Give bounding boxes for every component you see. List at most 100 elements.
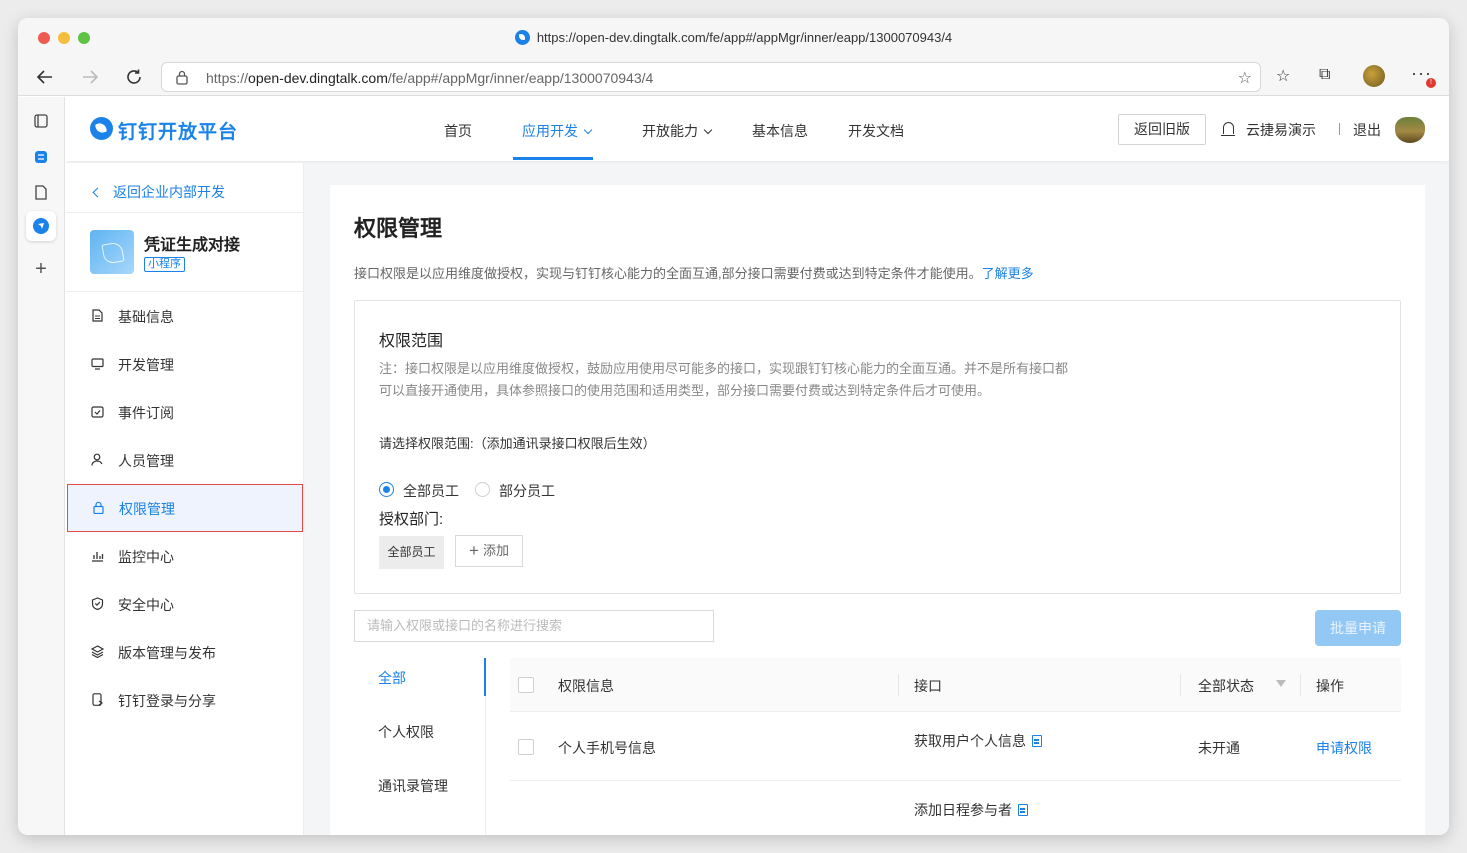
select-all-checkbox[interactable] xyxy=(518,677,534,693)
calendar-check-icon xyxy=(91,406,104,418)
nav-home[interactable]: 首页 xyxy=(444,121,472,141)
layers-icon xyxy=(91,645,104,658)
authorized-dept-label: 授权部门: xyxy=(379,511,444,528)
sidebar-item-event-subscription[interactable]: 事件订阅 xyxy=(66,388,304,436)
header-separator xyxy=(1180,674,1181,696)
lock-icon xyxy=(93,501,104,514)
app-icon xyxy=(90,230,134,274)
back-button[interactable] xyxy=(32,64,58,90)
header-api: 接口 xyxy=(914,678,942,694)
row-api[interactable]: 添加日程参与者 xyxy=(914,800,1028,820)
bar-chart-icon xyxy=(92,552,104,562)
dingtalk-favicon-icon xyxy=(514,30,530,45)
sidebar-item-label: 人员管理 xyxy=(118,453,174,469)
permission-search-input[interactable]: 请输入权限或接口的名称进行搜索 xyxy=(354,610,714,642)
vertical-tab-rail: + xyxy=(18,97,65,835)
forward-button[interactable] xyxy=(77,64,103,90)
user-name[interactable]: 云捷易演示 xyxy=(1246,120,1316,140)
permission-table: 权限信息 接口 全部状态 操作 个人手机号信息 获取用户个人信息 未开通 申请权… xyxy=(510,658,1401,835)
browser-toolbar: https://open-dev.dingtalk.com/fe/app#/ap… xyxy=(18,58,1449,96)
document-link-icon[interactable] xyxy=(1018,804,1028,816)
logout-link[interactable]: 退出 xyxy=(1353,120,1381,140)
reload-button[interactable] xyxy=(121,64,147,90)
browser-window: https://open-dev.dingtalk.com/fe/app#/ap… xyxy=(18,18,1449,835)
row-api[interactable]: 获取用户个人信息 xyxy=(914,731,1042,751)
reload-icon xyxy=(127,69,141,84)
apply-permission-link[interactable]: 申请权限 xyxy=(1316,738,1372,758)
nav-app-development[interactable]: 应用开发 xyxy=(522,121,593,141)
user-icon xyxy=(91,453,103,466)
sidebar-item-label: 安全中心 xyxy=(118,597,174,613)
sidebar-item-monitoring-center[interactable]: 监控中心 xyxy=(66,532,304,580)
star-list-icon[interactable]: ☆ xyxy=(1276,66,1290,86)
sidebar-item-label: 权限管理 xyxy=(119,501,175,517)
permission-category-list: 全部 个人权限 通讯录管理 xyxy=(354,658,486,835)
address-bar[interactable]: https://open-dev.dingtalk.com/fe/app#/ap… xyxy=(161,62,1261,92)
sidebar-item-user-management[interactable]: 人员管理 xyxy=(66,436,304,484)
sidebar-item-version-release[interactable]: 版本管理与发布 xyxy=(66,628,304,676)
phone-share-icon xyxy=(92,693,104,706)
header-separator xyxy=(898,674,899,696)
chevron-left-icon xyxy=(92,187,103,198)
arrow-right-icon xyxy=(83,70,99,84)
radio-label: 全部员工 xyxy=(403,483,459,499)
app-name: 凭证生成对接 xyxy=(144,237,241,254)
chevron-down-icon xyxy=(703,125,713,135)
sidebar-item-label: 钉钉登录与分享 xyxy=(118,693,216,709)
sidebar-item-basic-info[interactable]: 基础信息 xyxy=(66,292,304,340)
learn-more-link[interactable]: 了解更多 xyxy=(982,266,1034,281)
sidebar-item-login-share[interactable]: 钉钉登录与分享 xyxy=(66,676,304,724)
profile-avatar[interactable] xyxy=(1363,65,1385,87)
tab-document-icon[interactable] xyxy=(29,181,53,205)
bell-icon[interactable] xyxy=(1221,122,1235,136)
page-description: 接口权限是以应用维度做授权，实现与钉钉核心能力的全面互通,部分接口需要付费或达到… xyxy=(354,266,1034,281)
dingtalk-favicon-icon xyxy=(33,218,49,234)
dept-chip: 全部员工 xyxy=(379,536,444,569)
scope-note: 注：接口权限是以应用维度做授权，鼓励应用使用尽可能多的接口，实现跟钉钉核心能力的… xyxy=(379,361,1069,398)
radio-label: 部分员工 xyxy=(499,483,555,499)
document-icon xyxy=(92,309,103,322)
sidebar-item-label: 事件订阅 xyxy=(118,405,174,421)
add-dept-button[interactable]: + 添加 xyxy=(455,535,523,567)
app-content: 钉钉开放平台 首页 应用开发 开放能力 基本信息 开发文档 返回旧版 云捷易演示… xyxy=(66,97,1449,835)
tab-dingtalk-active[interactable] xyxy=(26,211,56,241)
sidebar-divider xyxy=(66,212,304,213)
title-bar: https://open-dev.dingtalk.com/fe/app#/ap… xyxy=(18,18,1449,58)
sidebar-item-security-center[interactable]: 安全中心 xyxy=(66,580,304,628)
alert-badge: ! xyxy=(1426,78,1436,88)
category-personal[interactable]: 个人权限 xyxy=(378,722,434,742)
header-separator xyxy=(1300,674,1301,696)
category-all[interactable]: 全部 xyxy=(378,668,406,688)
row-checkbox[interactable] xyxy=(518,739,534,755)
nav-basic-info[interactable]: 基本信息 xyxy=(752,121,808,141)
chevron-down-icon xyxy=(583,125,593,135)
url-text: https://open-dev.dingtalk.com/fe/app#/ap… xyxy=(206,70,654,86)
scope-title: 权限范围 xyxy=(379,333,444,350)
tab-actions-icon[interactable] xyxy=(29,109,53,133)
sidebar-item-dev-management[interactable]: 开发管理 xyxy=(66,340,304,388)
return-old-version-button[interactable]: 返回旧版 xyxy=(1118,114,1206,145)
logo-text: 钉钉开放平台 xyxy=(118,122,239,143)
nav-dev-docs[interactable]: 开发文档 xyxy=(848,121,904,141)
arrow-left-icon xyxy=(36,70,52,84)
lock-icon xyxy=(176,70,188,85)
active-nav-underline xyxy=(513,157,593,160)
collections-icon[interactable]: ⧉ xyxy=(1319,66,1330,84)
sidebar: 返回企业内部开发 凭证生成对接 小程序 基础信息 开发管理 事件订阅 人员管理 xyxy=(66,163,304,835)
tab-app-icon[interactable] xyxy=(29,145,53,169)
sidebar-item-label: 监控中心 xyxy=(118,549,174,565)
document-link-icon[interactable] xyxy=(1032,735,1042,747)
header-status[interactable]: 全部状态 xyxy=(1198,676,1254,696)
permission-panel: 权限管理 接口权限是以应用维度做授权，实现与钉钉核心能力的全面互通,部分接口需要… xyxy=(330,185,1425,835)
filter-icon[interactable] xyxy=(1276,680,1286,687)
category-contacts[interactable]: 通讯录管理 xyxy=(378,776,448,796)
back-to-internal-dev-link[interactable]: 返回企业内部开发 xyxy=(92,182,225,202)
nav-open-capabilities[interactable]: 开放能力 xyxy=(642,121,713,141)
new-tab-plus-icon[interactable]: + xyxy=(29,257,53,281)
sidebar-item-permission-management[interactable]: 权限管理 xyxy=(67,484,303,532)
table-header: 权限信息 接口 全部状态 操作 xyxy=(510,658,1401,712)
user-avatar[interactable] xyxy=(1395,117,1425,143)
batch-apply-button[interactable]: 批量申请 xyxy=(1315,610,1401,646)
star-plus-icon[interactable]: ☆ xyxy=(1238,68,1252,88)
row-permission-info: 个人手机号信息 xyxy=(558,740,656,756)
